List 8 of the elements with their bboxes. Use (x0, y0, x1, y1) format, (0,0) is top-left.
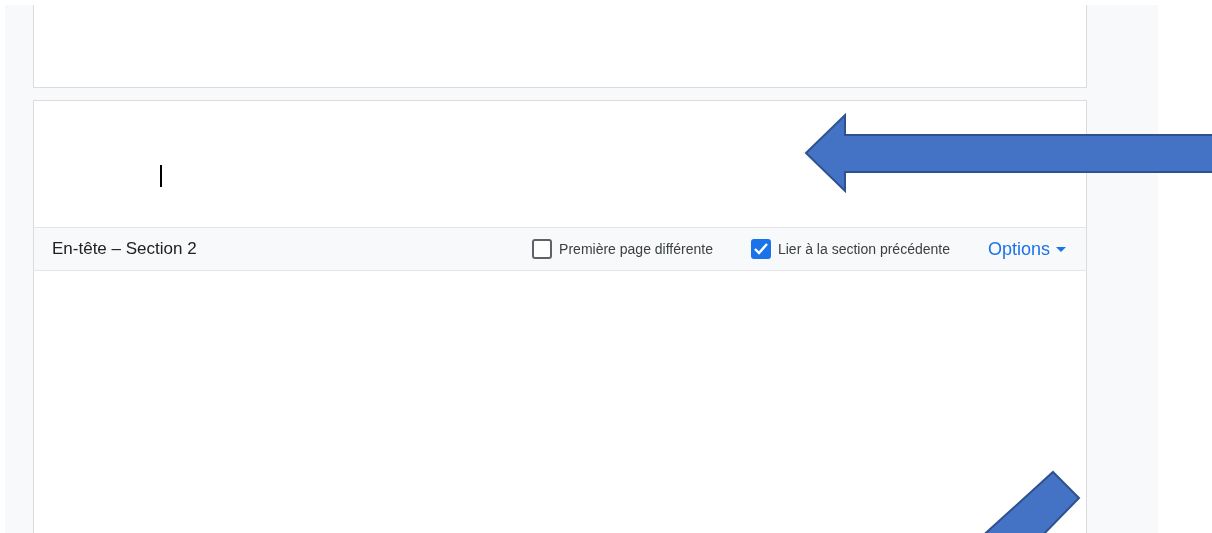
checkbox[interactable] (532, 239, 553, 259)
options-button[interactable]: Options (987, 238, 1066, 260)
header-section-title: En-tête – Section 2 (52, 239, 198, 259)
checkbox[interactable] (750, 239, 771, 259)
checkbox-label: Première page différente (559, 241, 713, 257)
text-cursor (160, 165, 162, 187)
caret-icon (1056, 246, 1066, 252)
checkbox-label: Lier à la section précédente (777, 241, 950, 257)
